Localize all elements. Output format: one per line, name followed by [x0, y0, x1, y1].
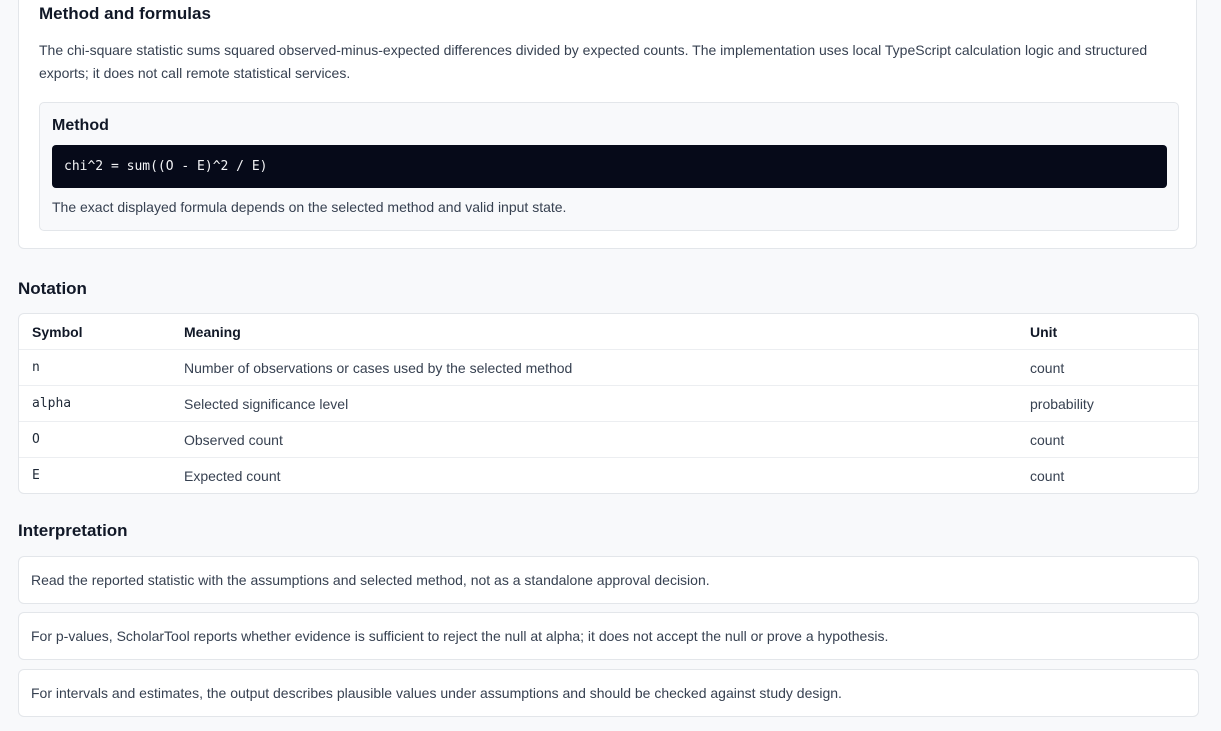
method-description: The chi-square statistic sums squared ob… [39, 42, 1148, 81]
table-row: O Observed count count [19, 422, 1198, 458]
formula-box: Method chi^2 = sum((O - E)^2 / E) The ex… [39, 102, 1179, 231]
table-row: E Expected count count [19, 458, 1198, 493]
header-unit: Unit [1030, 324, 1058, 340]
table-row: alpha Selected significance level probab… [19, 386, 1198, 422]
table-header-row: Symbol Meaning Unit [19, 314, 1198, 350]
method-formulas-title: Method and formulas [39, 4, 211, 23]
table-row: n Number of observations or cases used b… [19, 350, 1198, 386]
meaning-cell: Selected significance level [184, 396, 349, 412]
unit-cell: count [1030, 468, 1065, 484]
method-formulas-card: Method and formulas The chi-square stati… [18, 0, 1197, 249]
interpretation-item: For intervals and estimates, the output … [18, 669, 1199, 717]
symbol-cell: alpha [32, 396, 72, 411]
formula-code-block: chi^2 = sum((O - E)^2 / E) [52, 145, 1167, 188]
header-symbol: Symbol [32, 324, 83, 340]
unit-cell: probability [1030, 396, 1094, 412]
formula-note: The exact displayed formula depends on t… [52, 199, 567, 215]
notation-table: Symbol Meaning Unit n Number of observat… [18, 313, 1199, 494]
symbol-cell: E [32, 468, 40, 483]
unit-cell: count [1030, 432, 1065, 448]
symbol-cell: n [32, 360, 40, 375]
formula-heading: Method [52, 117, 109, 134]
meaning-cell: Expected count [184, 468, 281, 484]
notation-title: Notation [18, 279, 87, 298]
meaning-cell: Number of observations or cases used by … [184, 360, 573, 376]
interpretation-item: Read the reported statistic with the ass… [18, 556, 1199, 604]
interpretation-title: Interpretation [18, 521, 128, 540]
symbol-cell: O [32, 432, 40, 447]
meaning-cell: Observed count [184, 432, 283, 448]
header-meaning: Meaning [184, 324, 241, 340]
interpretation-item: For p-values, ScholarTool reports whethe… [18, 612, 1199, 660]
unit-cell: count [1030, 360, 1065, 376]
